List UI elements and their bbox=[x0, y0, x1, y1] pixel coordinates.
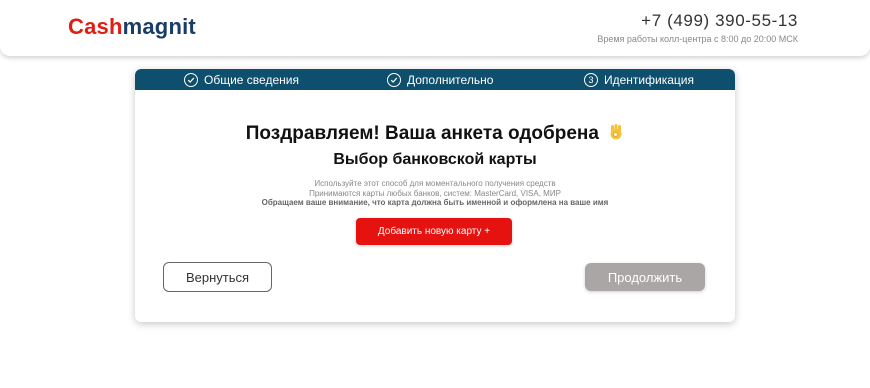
add-card-button[interactable]: Добавить новую карту + bbox=[356, 218, 512, 245]
info-notice: Обращаем ваше внимание, что карта должна… bbox=[261, 198, 609, 207]
page-subtitle: Выбор банковской карты bbox=[333, 151, 537, 168]
back-button[interactable]: Вернуться bbox=[163, 262, 272, 292]
check-icon bbox=[184, 72, 198, 87]
step-label: Общие сведения bbox=[204, 72, 299, 87]
info-line: Принимаются карты любых банков, систем: … bbox=[309, 188, 561, 198]
phone-number[interactable]: +7 (499) 390-55-13 bbox=[641, 11, 798, 31]
step-label: Идентификация bbox=[604, 72, 694, 87]
title-text: Поздравляем! Ваша анкета одобрена bbox=[245, 123, 599, 144]
ok-hand-icon bbox=[610, 124, 622, 140]
step-label: Дополнительно bbox=[407, 72, 494, 87]
step-number: 3 bbox=[584, 72, 598, 87]
continue-button[interactable]: Продолжить bbox=[585, 263, 705, 291]
application-card: Общие сведения Дополнительно 3 Идентифик… bbox=[135, 69, 735, 322]
step-identification: 3 Идентификация bbox=[584, 72, 694, 87]
card-info-text: Используйте этот способ для моментальног… bbox=[135, 179, 735, 208]
page-title: Поздравляем! Ваша анкета одобрена bbox=[135, 123, 735, 145]
check-icon bbox=[387, 72, 401, 87]
step-general-info: Общие сведения bbox=[184, 72, 299, 87]
info-line: Используйте этот способ для моментальног… bbox=[314, 179, 556, 188]
site-header: Cashmagnit +7 (499) 390-55-13 Время рабо… bbox=[0, 0, 870, 56]
progress-steps: Общие сведения Дополнительно 3 Идентифик… bbox=[135, 69, 735, 90]
logo-part-magnit: magnit bbox=[122, 14, 196, 39]
call-center-hours: Время работы колл-центра с 8:00 до 20:00… bbox=[597, 34, 798, 44]
logo-part-cash: Cash bbox=[68, 14, 123, 39]
logo[interactable]: Cashmagnit bbox=[68, 14, 196, 40]
step-additional: Дополнительно bbox=[387, 72, 493, 87]
